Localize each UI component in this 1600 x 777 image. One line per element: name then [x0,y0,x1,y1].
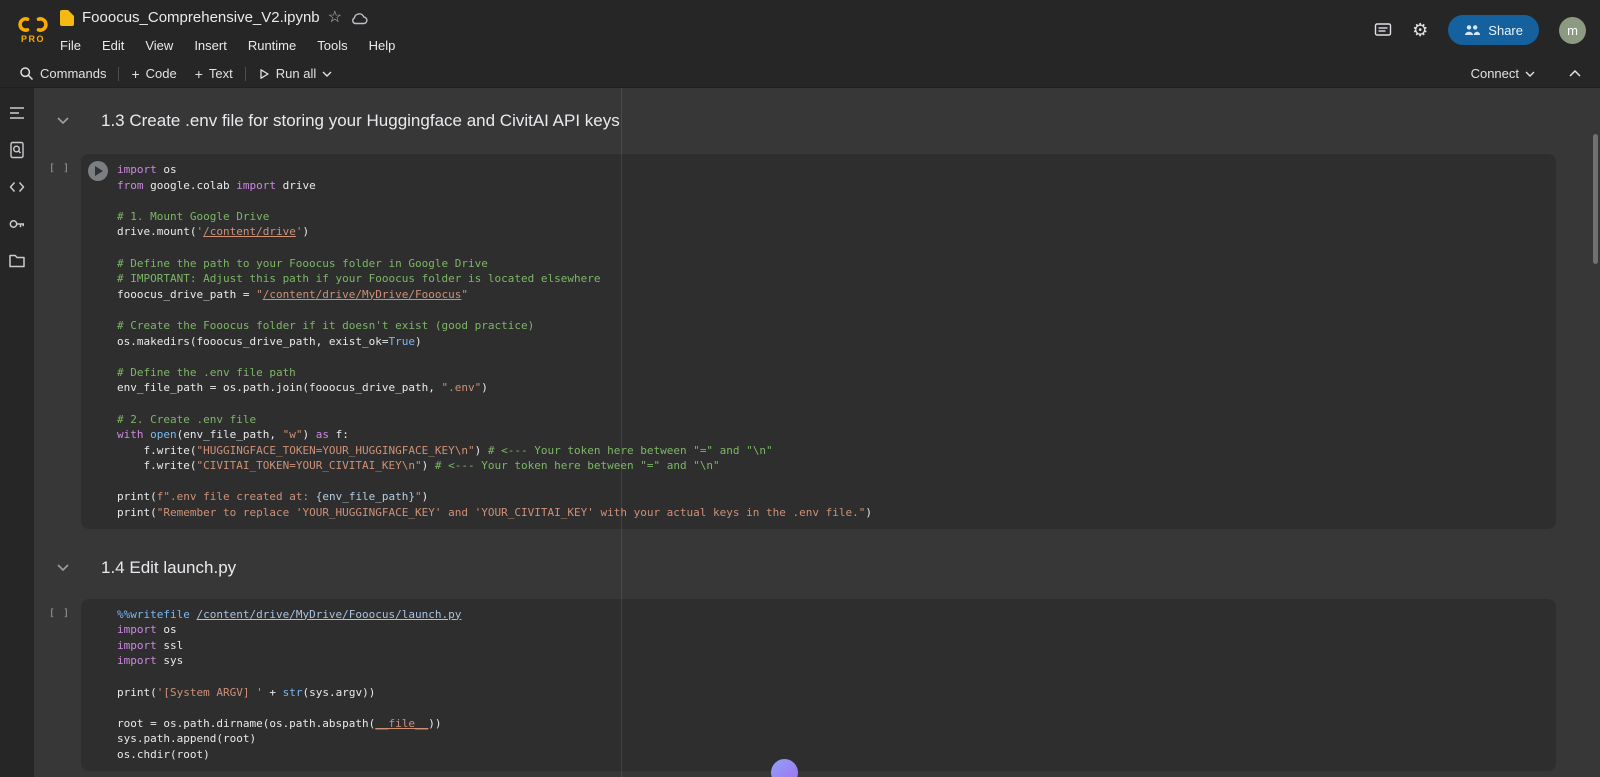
colab-infinity-icon [16,16,50,33]
notebook-title[interactable]: Fooocus_Comprehensive_V2.ipynb [82,9,320,26]
star-icon[interactable]: ☆ [328,10,342,26]
run-all-label: Run all [276,66,316,81]
connect-label: Connect [1471,66,1519,81]
connect-button[interactable]: Connect [1462,66,1544,81]
code-editor[interactable]: %%writefile /content/drive/MyDrive/Foooc… [117,607,1548,763]
toolbar-divider [245,67,246,81]
menu-item-view[interactable]: View [145,38,173,53]
commands-label: Commands [40,66,106,81]
section-header: 1.4 Edit launch.py [57,553,1600,583]
menu-item-tools[interactable]: Tools [317,38,347,53]
find-in-notebook-icon[interactable] [8,141,26,159]
code-cell[interactable]: import osfrom google.colab import drive … [81,154,1556,529]
section-heading[interactable]: 1.4 Edit launch.py [101,558,236,578]
cell-execution-indicator: [ ] [49,154,81,529]
notebook-file-icon [60,10,74,26]
cell-execution-indicator: [ ] [49,599,81,771]
colab-logo[interactable]: PRO [10,16,56,44]
caret-down-icon [322,71,332,77]
chevron-up-icon [1569,70,1581,77]
collapse-toolbar-button[interactable] [1560,70,1590,77]
menu-bar: File Edit View Insert Runtime Tools Help [60,33,1374,58]
add-code-button[interactable]: + Code [122,60,185,87]
menu-item-runtime[interactable]: Runtime [248,38,296,53]
play-icon [258,68,270,80]
run-cell-button[interactable] [88,161,108,181]
account-avatar[interactable]: m [1559,17,1586,44]
menu-item-help[interactable]: Help [369,38,396,53]
scrollbar-thumb[interactable] [1593,134,1598,264]
add-code-label: Code [146,66,177,81]
left-sidebar [0,88,34,777]
code-cell-row: [ ] import osfrom google.colab import dr… [49,154,1556,529]
section-collapse-icon[interactable] [57,564,69,572]
share-button[interactable]: Share [1448,15,1539,45]
section-collapse-icon[interactable] [57,117,69,125]
toolbar-right: Connect [1462,66,1590,81]
comments-icon[interactable] [1374,22,1392,39]
code-snippets-icon[interactable] [8,178,26,196]
files-folder-icon[interactable] [8,252,26,270]
menu-item-insert[interactable]: Insert [194,38,227,53]
plus-icon: + [195,66,203,82]
add-text-button[interactable]: + Text [186,60,242,87]
settings-gear-icon[interactable]: ⚙ [1412,21,1428,39]
add-text-label: Text [209,66,233,81]
notebook-area: 1.3 Create .env file for storing your Hu… [34,88,1600,777]
app-header: PRO Fooocus_Comprehensive_V2.ipynb ☆ Fil… [0,0,1600,60]
section-heading[interactable]: 1.3 Create .env file for storing your Hu… [101,111,620,131]
play-icon [95,166,103,176]
code-editor[interactable]: import osfrom google.colab import drive … [117,162,1548,521]
commands-button[interactable]: Commands [10,60,115,87]
header-main: Fooocus_Comprehensive_V2.ipynb ☆ File Ed… [60,2,1374,58]
secrets-key-icon[interactable] [8,215,26,233]
colab-app: PRO Fooocus_Comprehensive_V2.ipynb ☆ Fil… [0,0,1600,777]
title-row: Fooocus_Comprehensive_V2.ipynb ☆ [60,2,1374,33]
code-cell[interactable]: %%writefile /content/drive/MyDrive/Foooc… [81,599,1556,771]
people-icon [1464,24,1480,36]
toolbar-divider [118,67,119,81]
run-all-button[interactable]: Run all [249,60,341,87]
caret-down-icon [1525,71,1535,77]
code-cell-row: [ ] %%writefile /content/drive/MyDrive/F… [49,599,1556,771]
notebook-toolbar: Commands + Code + Text Run all [0,60,1600,88]
section-header: 1.3 Create .env file for storing your Hu… [57,106,1600,136]
menu-item-edit[interactable]: Edit [102,38,124,53]
search-icon [19,66,34,81]
share-label: Share [1488,23,1523,38]
header-actions: ⚙ Share m [1374,15,1586,45]
plus-icon: + [131,66,139,82]
cloud-saved-icon[interactable] [350,11,368,25]
pro-badge: PRO [21,34,45,44]
menu-item-file[interactable]: File [60,38,81,53]
avatar-letter: m [1567,23,1578,38]
table-of-contents-icon[interactable] [8,104,26,122]
content-area: 1.3 Create .env file for storing your Hu… [0,88,1600,777]
